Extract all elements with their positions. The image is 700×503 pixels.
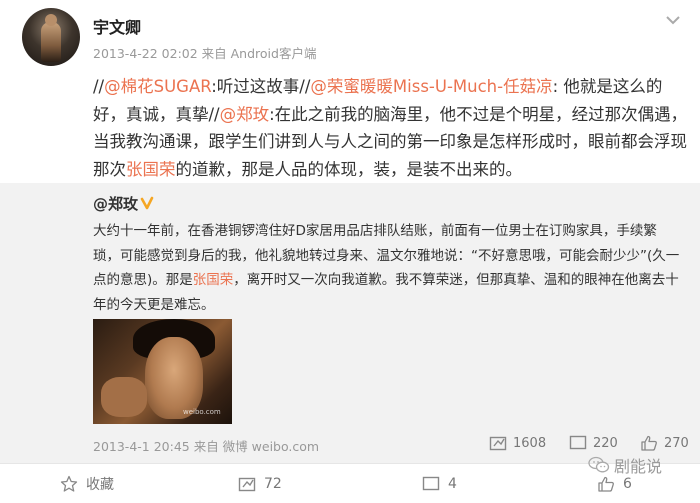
comment-icon xyxy=(569,435,587,450)
photo-watermark: weibo.com xyxy=(183,408,221,416)
brand-watermark: 剧能说 xyxy=(588,453,662,477)
like-icon xyxy=(598,476,614,492)
repost-comment-button[interactable]: 220 xyxy=(569,432,618,454)
verified-v-icon xyxy=(140,196,154,210)
repost-username[interactable]: @郑玫 xyxy=(93,193,154,214)
post-username[interactable]: 宇文卿 xyxy=(93,14,141,38)
repost-icon xyxy=(238,477,256,492)
mention-link[interactable]: 张国荣 xyxy=(193,272,234,288)
repost-count: 72 xyxy=(264,476,282,492)
text-segment: :听过这故事// xyxy=(211,77,311,96)
avatar[interactable] xyxy=(22,8,80,66)
like-count: 6 xyxy=(623,476,632,492)
mention-link[interactable]: @棉花SUGAR xyxy=(104,77,211,96)
mention-link[interactable]: @郑玫 xyxy=(220,105,270,124)
text-segment: // xyxy=(93,77,105,96)
like-icon xyxy=(641,435,657,451)
favorite-button[interactable]: 收藏 xyxy=(60,464,114,503)
repost-meta: 2013-4-1 20:45 来自 微博 weibo.com xyxy=(93,439,320,454)
mention-link[interactable]: 张国荣 xyxy=(126,160,176,179)
star-icon xyxy=(60,475,78,492)
repost-icon xyxy=(489,436,507,451)
more-chevron-icon[interactable] xyxy=(661,10,685,30)
repost-comment-count: 220 xyxy=(593,435,618,451)
comment-icon xyxy=(422,476,440,491)
comment-button[interactable]: 4 xyxy=(422,464,457,503)
repost-like-button[interactable]: 270 xyxy=(640,432,689,454)
repost-card[interactable]: @郑玫 大约十一年前，在香港铜锣湾住好D家居用品店排队结账，前面有一位男士在订购… xyxy=(0,183,700,463)
comment-count: 4 xyxy=(448,476,457,492)
text-segment: 的道歉，那是人品的体现，装，是装不出来的。 xyxy=(175,159,523,179)
repost-repost-count: 1608 xyxy=(513,435,547,451)
repost-text: 大约十一年前，在香港铜锣湾住好D家居用品店排队结账，前面有一位男士在订购家具，手… xyxy=(93,219,683,317)
post-text: //@棉花SUGAR:听过这故事//@荣蜜暖暖Miss-U-Much-任菇凉: … xyxy=(93,73,689,183)
repost-photo[interactable]: weibo.com xyxy=(93,319,232,424)
post-meta: 2013-4-22 02:02 来自 Android客户端 xyxy=(93,46,317,61)
repost-button[interactable]: 72 xyxy=(238,464,282,503)
repost-repost-button[interactable]: 1608 xyxy=(489,432,546,454)
repost-like-count: 270 xyxy=(664,435,689,451)
mention-link[interactable]: @荣蜜暖暖Miss-U-Much-任菇凉 xyxy=(310,77,552,96)
wechat-icon xyxy=(588,456,610,473)
post-header: 宇文卿 2013-4-22 02:02 来自 Android客户端 xyxy=(0,0,700,70)
favorite-label: 收藏 xyxy=(86,477,114,493)
brand-label: 剧能说 xyxy=(614,457,663,476)
